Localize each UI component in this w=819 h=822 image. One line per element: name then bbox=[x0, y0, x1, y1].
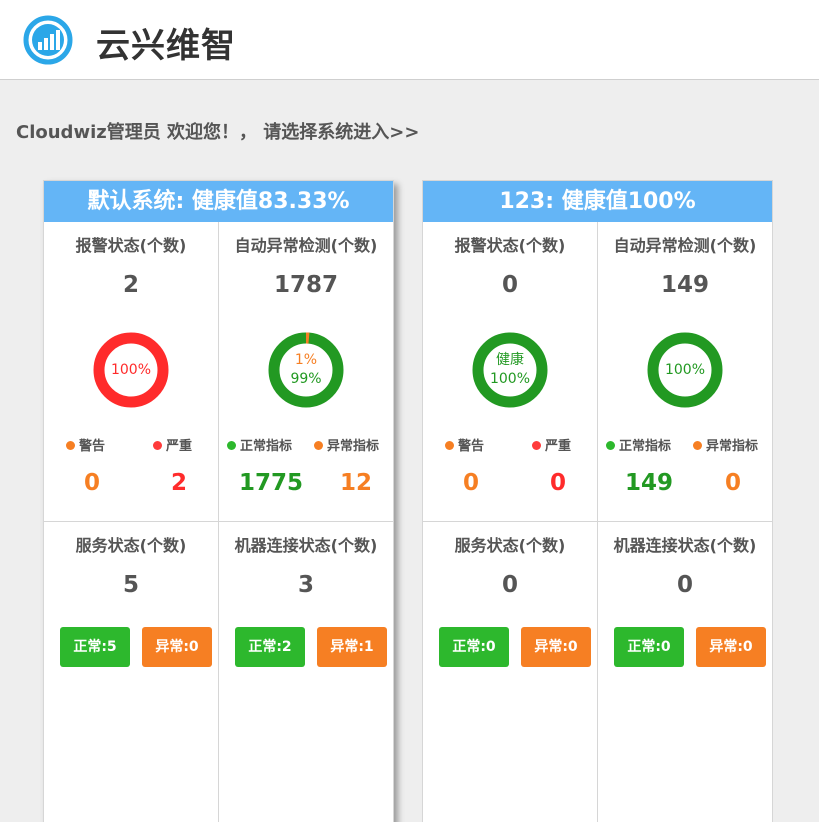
anomaly-detection-panel: 自动异常检测(个数) 149 100% 正常指标 异常指标 149 0 bbox=[598, 222, 772, 522]
legend-normal-metric: 正常指标 bbox=[606, 435, 671, 454]
system-title[interactable]: 默认系统: 健康值83.33% bbox=[44, 181, 393, 222]
normal-metric-count[interactable]: 149 bbox=[625, 470, 673, 496]
machine-count: 0 bbox=[676, 572, 693, 598]
service-abnormal-button[interactable]: 异常:0 bbox=[521, 627, 591, 667]
abnormal-percent: 1% bbox=[294, 352, 318, 368]
legend-label: 警告 bbox=[79, 439, 106, 454]
donut-percent: 100% bbox=[110, 362, 152, 378]
legend-label: 警告 bbox=[458, 439, 485, 454]
normal-percent: 99% bbox=[290, 371, 322, 387]
warning-count[interactable]: 0 bbox=[463, 470, 479, 496]
alert-status-panel: 报警状态(个数) 0 健康 100% 警告 严重 0 0 bbox=[423, 222, 598, 522]
bar-chart-logo-icon[interactable] bbox=[22, 14, 74, 66]
legend-severe: 严重 bbox=[153, 435, 192, 454]
legend-label: 严重 bbox=[545, 439, 572, 454]
orange-dot-icon bbox=[693, 441, 702, 450]
service-status-panel: 服务状态(个数) 0 正常:0 异常:0 bbox=[423, 522, 598, 822]
service-count: 5 bbox=[122, 572, 139, 598]
machine-normal-button[interactable]: 正常:0 bbox=[614, 627, 684, 667]
anomaly-detection-label: 自动异常检测(个数) bbox=[234, 236, 378, 255]
machine-connection-label: 机器连接状态(个数) bbox=[613, 536, 757, 555]
red-dot-icon bbox=[532, 441, 541, 450]
anomaly-detection-panel: 自动异常检测(个数) 1787 1% 99% 正常指标 异常指标 1775 12 bbox=[219, 222, 393, 522]
legend-label: 严重 bbox=[166, 439, 193, 454]
anomaly-donut-chart: 100% bbox=[647, 332, 723, 408]
machine-abnormal-button[interactable]: 异常:1 bbox=[317, 627, 387, 667]
healthy-percent: 100% bbox=[489, 371, 531, 387]
legend-warning: 警告 bbox=[445, 435, 484, 454]
orange-dot-icon bbox=[314, 441, 323, 450]
machine-normal-button[interactable]: 正常:2 bbox=[235, 627, 305, 667]
machine-count: 3 bbox=[297, 572, 314, 598]
green-dot-icon bbox=[227, 441, 236, 450]
alert-count: 2 bbox=[122, 272, 139, 298]
anomaly-donut-chart: 1% 99% bbox=[268, 332, 344, 408]
healthy-label: 健康 bbox=[496, 352, 524, 368]
legend-label: 正常指标 bbox=[240, 439, 293, 454]
anomaly-count: 1787 bbox=[273, 272, 338, 298]
red-dot-icon bbox=[153, 441, 162, 450]
legend-normal-metric: 正常指标 bbox=[227, 435, 292, 454]
welcome-message: Cloudwiz管理员 欢迎您！， 请选择系统进入>> bbox=[16, 122, 420, 143]
system-card-123[interactable]: 123: 健康值100% 报警状态(个数) 0 健康 100% 警告 严重 0 … bbox=[422, 180, 773, 822]
legend-label: 正常指标 bbox=[619, 439, 672, 454]
service-status-label: 服务状态(个数) bbox=[454, 536, 566, 555]
legend-abnormal-metric: 异常指标 bbox=[693, 435, 758, 454]
warning-count[interactable]: 0 bbox=[84, 470, 100, 496]
legend-warning: 警告 bbox=[66, 435, 105, 454]
legend-label: 异常指标 bbox=[327, 439, 380, 454]
green-dot-icon bbox=[606, 441, 615, 450]
alert-donut-chart: 健康 100% bbox=[472, 332, 548, 408]
legend-abnormal-metric: 异常指标 bbox=[314, 435, 379, 454]
legend-label: 异常指标 bbox=[706, 439, 759, 454]
system-title[interactable]: 123: 健康值100% bbox=[423, 181, 772, 222]
alert-status-label: 报警状态(个数) bbox=[75, 236, 187, 255]
abnormal-metric-count[interactable]: 0 bbox=[725, 470, 741, 496]
machine-connection-label: 机器连接状态(个数) bbox=[234, 536, 378, 555]
anomaly-detection-label: 自动异常检测(个数) bbox=[613, 236, 757, 255]
app-header: 云兴维智 bbox=[0, 0, 819, 80]
machine-abnormal-button[interactable]: 异常:0 bbox=[696, 627, 766, 667]
normal-metric-count[interactable]: 1775 bbox=[239, 470, 303, 496]
orange-dot-icon bbox=[66, 441, 75, 450]
abnormal-metric-count[interactable]: 12 bbox=[340, 470, 372, 496]
legend-severe: 严重 bbox=[532, 435, 571, 454]
service-abnormal-button[interactable]: 异常:0 bbox=[142, 627, 212, 667]
service-normal-button[interactable]: 正常:5 bbox=[60, 627, 130, 667]
severe-count[interactable]: 0 bbox=[550, 470, 566, 496]
app-title: 云兴维智 bbox=[96, 26, 236, 66]
orange-dot-icon bbox=[445, 441, 454, 450]
alert-status-label: 报警状态(个数) bbox=[454, 236, 566, 255]
alert-status-panel: 报警状态(个数) 2 100% 警告 严重 0 2 bbox=[44, 222, 219, 522]
system-card-default[interactable]: 默认系统: 健康值83.33% 报警状态(个数) 2 100% 警告 严重 0 … bbox=[43, 180, 394, 822]
normal-percent: 100% bbox=[664, 362, 706, 378]
service-count: 0 bbox=[501, 572, 518, 598]
machine-connection-panel: 机器连接状态(个数) 3 正常:2 异常:1 bbox=[219, 522, 393, 822]
service-normal-button[interactable]: 正常:0 bbox=[439, 627, 509, 667]
service-status-label: 服务状态(个数) bbox=[75, 536, 187, 555]
alert-donut-chart: 100% bbox=[93, 332, 169, 408]
anomaly-count: 149 bbox=[660, 272, 709, 298]
severe-count[interactable]: 2 bbox=[171, 470, 187, 496]
machine-connection-panel: 机器连接状态(个数) 0 正常:0 异常:0 bbox=[598, 522, 772, 822]
alert-count: 0 bbox=[501, 272, 518, 298]
service-status-panel: 服务状态(个数) 5 正常:5 异常:0 bbox=[44, 522, 219, 822]
